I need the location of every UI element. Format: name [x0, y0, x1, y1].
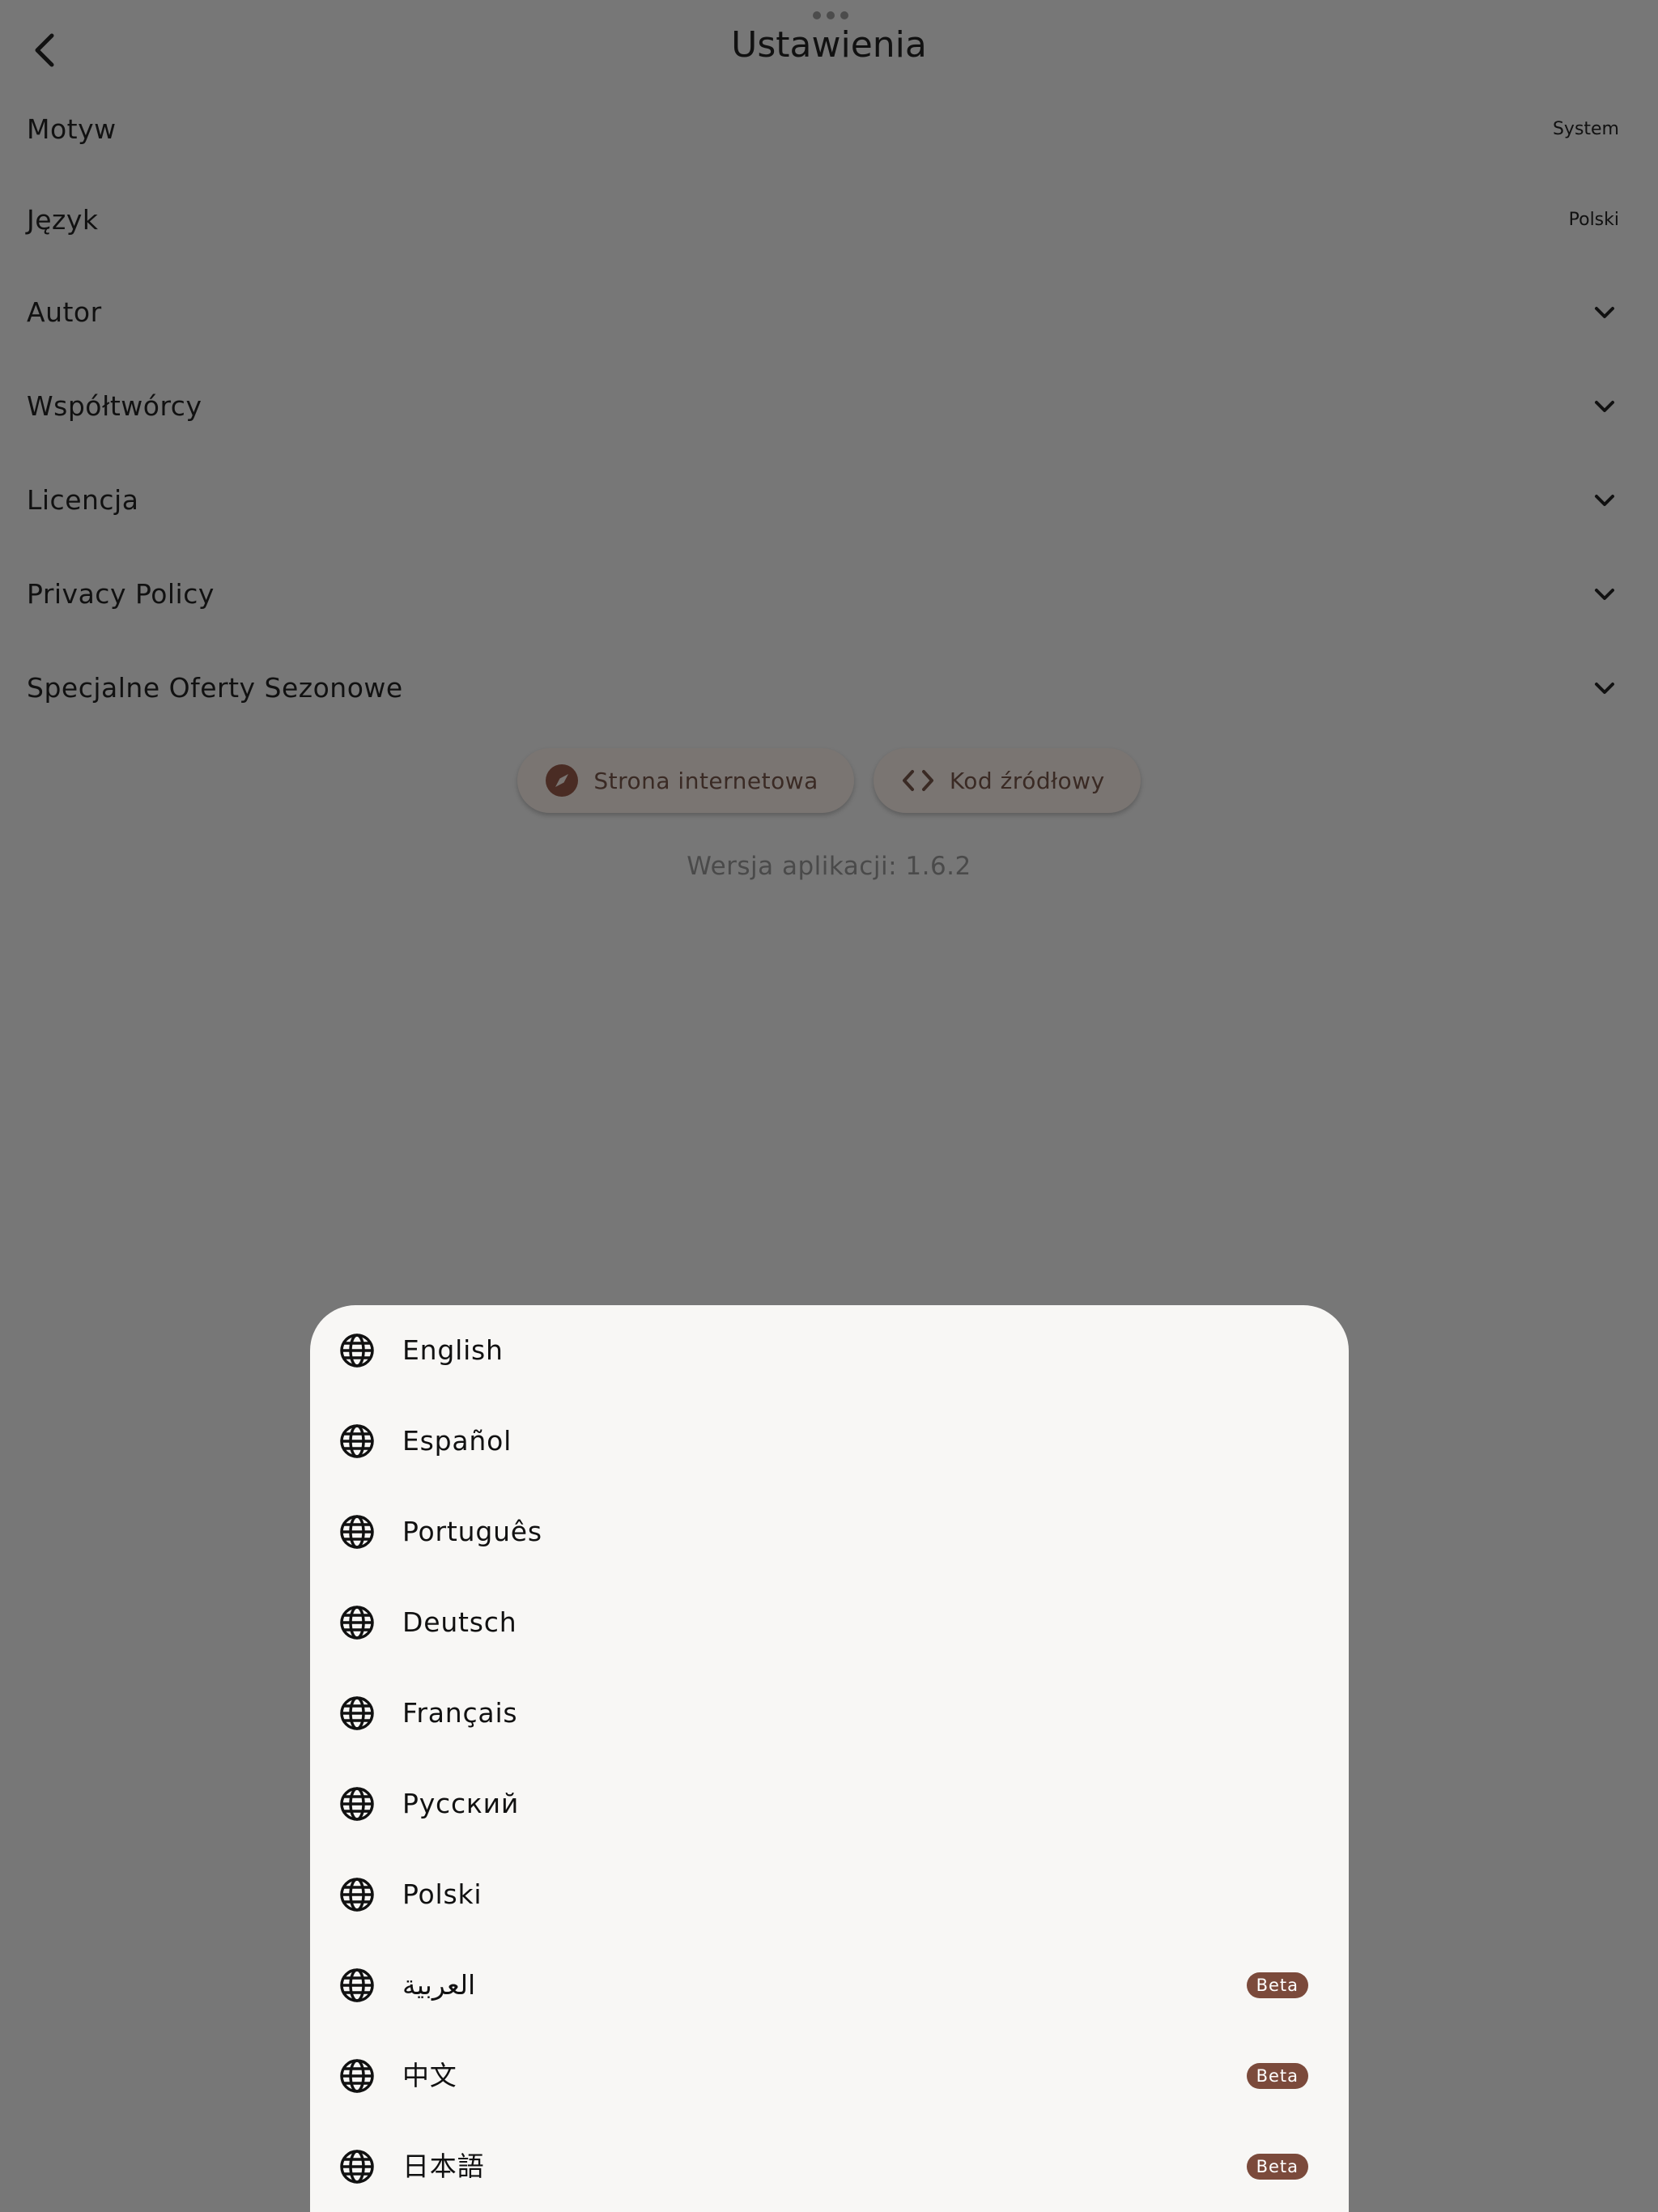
beta-badge: Beta [1246, 1972, 1308, 1998]
globe-icon [340, 2150, 374, 2184]
website-label: Strona internetowa [593, 767, 818, 794]
setting-row-seasonal-offers[interactable]: Specjalne Oferty Sezonowe [0, 648, 1658, 729]
app-version: Wersja aplikacji: 1.6.2 [687, 852, 971, 881]
globe-icon [340, 1606, 374, 1640]
setting-label: Język [27, 204, 99, 236]
multitasking-indicator[interactable] [813, 11, 848, 20]
language-label: 日本語 [402, 2150, 485, 2182]
globe-icon [340, 1968, 374, 2002]
language-option[interactable]: 中文 Beta [310, 2031, 1349, 2121]
language-option[interactable]: Русский [310, 1759, 1349, 1849]
setting-row-language[interactable]: Język Polski [0, 180, 1658, 261]
globe-icon [340, 1334, 374, 1368]
globe-icon [340, 1515, 374, 1549]
language-option[interactable]: Deutsch [310, 1577, 1349, 1668]
language-option[interactable]: 日本語 Beta [310, 2121, 1349, 2212]
language-picker-sheet: English Español Português Deutsch França… [310, 1305, 1349, 2212]
globe-icon [340, 1878, 374, 1912]
beta-badge: Beta [1246, 2154, 1308, 2180]
chevron-down-icon [1595, 495, 1614, 506]
language-label: English [402, 1334, 504, 1366]
globe-icon [340, 2059, 374, 2093]
language-label: Polski [402, 1878, 483, 1910]
language-option[interactable]: Polski [310, 1849, 1349, 1940]
website-button[interactable]: Strona internetowa [517, 748, 854, 813]
setting-row-theme[interactable]: Motyw System [0, 89, 1658, 170]
setting-row-author[interactable]: Autor [0, 272, 1658, 353]
setting-value: Polski [1568, 210, 1619, 230]
language-option[interactable]: English [310, 1305, 1349, 1396]
page-title: Ustawienia [731, 24, 927, 66]
language-option[interactable]: Português [310, 1487, 1349, 1577]
chevron-down-icon [1595, 307, 1614, 318]
setting-label: Współtwórcy [27, 390, 202, 422]
code-icon [901, 764, 935, 798]
links-row: Strona internetowa Kod źródłowy [0, 748, 1658, 813]
setting-label: Licencja [27, 484, 139, 516]
setting-row-license[interactable]: Licencja [0, 460, 1658, 541]
language-label: Español [402, 1425, 512, 1457]
globe-icon [340, 1696, 374, 1730]
chevron-down-icon [1595, 589, 1614, 600]
compass-icon [545, 764, 579, 798]
source-code-label: Kod źródłowy [949, 767, 1105, 794]
language-label: Português [402, 1516, 542, 1547]
chevron-down-icon [1595, 683, 1614, 694]
chevron-down-icon [1595, 401, 1614, 412]
setting-value: System [1552, 119, 1619, 139]
language-label: العربية [402, 1969, 476, 2001]
source-code-button[interactable]: Kod źródłowy [873, 748, 1141, 813]
setting-label: Specjalne Oferty Sezonowe [27, 672, 403, 704]
language-label: Français [402, 1697, 518, 1729]
setting-label: Autor [27, 296, 102, 328]
setting-row-privacy-policy[interactable]: Privacy Policy [0, 554, 1658, 635]
setting-label: Motyw [27, 113, 117, 145]
language-label: 中文 [402, 2060, 457, 2091]
globe-icon [340, 1424, 374, 1458]
language-option[interactable]: العربية Beta [310, 1940, 1349, 2031]
setting-row-contributors[interactable]: Współtwórcy [0, 366, 1658, 447]
language-label: Русский [402, 1788, 520, 1819]
language-option[interactable]: Español [310, 1396, 1349, 1487]
beta-badge: Beta [1246, 2063, 1308, 2089]
globe-icon [340, 1787, 374, 1821]
language-option[interactable]: Français [310, 1668, 1349, 1759]
language-label: Deutsch [402, 1606, 517, 1638]
setting-label: Privacy Policy [27, 578, 215, 610]
